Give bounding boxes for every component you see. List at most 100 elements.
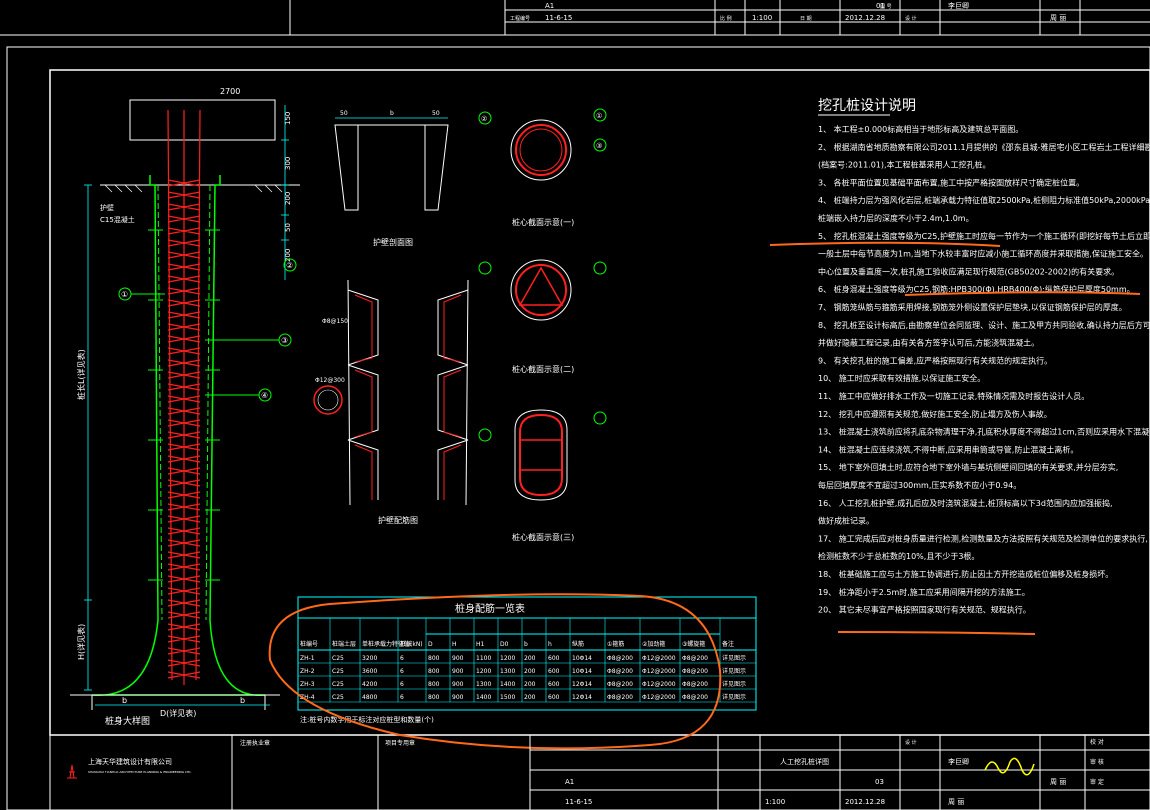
note-line: 13、 桩混凝土浇筑前应将孔底杂物清理干净,孔底积水厚度不得超过1cm,否则应采… — [818, 427, 1150, 437]
table-cell: Φ12@2000 — [642, 681, 676, 688]
pile-callout-texts: ① ③ ④ ② — [121, 261, 293, 400]
table-header-cell: 桩长 — [400, 640, 412, 648]
core-section-3 — [514, 409, 568, 501]
cad-drawing-canvas: A1 工程编号 11-6-15 比 例 1:100 日 期 2012.12.28… — [0, 0, 1150, 810]
note-line: 11、 施工中应做好排水工作及一切施工记录,特殊情况需及时报告设计人员。 — [818, 391, 1089, 401]
table-cell: 800 — [428, 668, 440, 675]
table-cell: 1500 — [500, 694, 515, 701]
top-drawn: 李巨卿 — [948, 1, 969, 10]
table-cell: 600 — [548, 681, 560, 688]
top-date-label: 日 期 — [800, 16, 812, 22]
table-cell: 12Φ14 — [572, 694, 592, 701]
wall-ring-label: Φ8@150 — [322, 318, 348, 325]
top-proj-no-label: 工程编号 — [510, 15, 530, 22]
cert-label: 注册执业章 — [240, 739, 270, 747]
wall-section-title: 护壁剖面图 — [373, 237, 413, 247]
table-cell: 1300 — [500, 668, 515, 675]
note-line: 桩端嵌入持力层的深度不小于2.4m,1.0m。 — [818, 213, 974, 223]
top-scale: 1:100 — [752, 14, 772, 22]
table-cell: 1300 — [476, 681, 491, 688]
drawing-title: 人工挖孔桩详图 — [780, 757, 829, 766]
table-cell: Φ12@2000 — [642, 655, 676, 662]
table-header-cell: 单桩承载力特征值(kN) — [362, 640, 423, 648]
table-header-cell: D0 — [500, 641, 509, 648]
bottom-proj-no: 11-6-15 — [565, 798, 592, 806]
core-callout-texts: ② ① ③ — [481, 112, 602, 150]
table-cell: 200 — [524, 694, 536, 701]
table-cell: C25 — [332, 681, 344, 688]
bottom-label-design: 设 计 — [905, 739, 917, 746]
note-line: 10、 施工时应采取有效措施,以保证施工安全。 — [818, 373, 985, 383]
note-line: 15、 地下室外回填土时,应符合地下室外墙与基坑侧壁间回填的有关要求,并分层夯实… — [818, 462, 1118, 472]
bottom-label-approve: 审 定 — [1090, 778, 1104, 786]
rebar-cage — [167, 109, 201, 685]
small-ring-inner — [317, 389, 339, 411]
wall-dim-mid: b — [390, 110, 394, 117]
pile-top-dim: 2700 — [220, 87, 240, 96]
note-line: 做好成桩记录。 — [818, 516, 874, 526]
note-line: 并做好隐蔽工程记录,由有关各方签字认可后,方能浇筑混凝土。 — [818, 338, 1039, 348]
table-header-cell: 桩编号 — [300, 640, 318, 648]
table-header-cell: 纵筋 — [572, 640, 584, 648]
table-cell: Φ8@200 — [682, 681, 708, 688]
table-header-cell: ③螺旋箍 — [682, 640, 705, 648]
table-cell: 详见图示 — [722, 654, 746, 662]
note-line: 14、 桩混凝土应连续浇筑,不得中断,应采用串筒或导管,防止混凝土离析。 — [818, 444, 1078, 454]
note-line: 一般土层中每节高度为1m,当地下水较丰富时应减小施工循环高度并采取措施,保证施工… — [818, 249, 1148, 259]
pile-elevation — [70, 99, 300, 710]
pile-dim-r4: 50 — [284, 223, 292, 232]
table-cell: 1100 — [476, 655, 491, 662]
pile-callout-4: ④ — [261, 391, 268, 400]
table-cell: Φ8@200 — [682, 694, 708, 701]
pile-callout-2: ② — [286, 261, 293, 270]
top-checker: 周 丽 — [1050, 14, 1066, 22]
top-sheet: 01 — [876, 2, 885, 10]
table-cell: ZH-2 — [300, 668, 315, 675]
note-line: 每层回填厚度不宜超过300mm,压实系数不应小于0.94。 — [818, 480, 1021, 490]
wall-rebar-red — [354, 294, 462, 500]
bottom-scale: 1:100 — [765, 798, 785, 806]
table-headers: 桩编号 桩端土层 单桩承载力特征值(kN)桩长 D H H1 D0 b h 纵筋 ①箍筋 ②加劲箍 ③螺… — [300, 640, 734, 648]
pile-dim-r5: 200 — [284, 249, 292, 262]
table-cell: 6 — [400, 655, 404, 662]
note-line: 3、 各桩平面位置见基础平面布置,施工中按严格按图放样尺寸确定桩位置。 — [818, 177, 1084, 187]
design-notes: 挖孔桩设计说明 1、 本工程±0.000标高相当于地形标高及建筑总平面图。 2、 … — [818, 97, 1150, 615]
table-cell: 200 — [524, 681, 536, 688]
table-cell: 900 — [452, 681, 464, 688]
bottom-designer: 李巨卿 — [948, 757, 969, 766]
table-cell: Φ8@200 — [607, 681, 633, 688]
core-section-3-title: 桩心截面示意(三) — [512, 532, 574, 542]
note-line: 7、 钢筋笼纵筋与箍筋采用焊接,钢筋笼外侧设置保护层垫块,以保证钢筋保护层的厚度… — [818, 302, 1127, 312]
notes-lines: 1、 本工程±0.000标高相当于地形标高及建筑总平面图。 2、 根据湖南省地质勘… — [818, 124, 1150, 615]
top-scale-label: 比 例 — [720, 15, 732, 22]
note-line: 19、 桩净距小于2.5m时,施工应采用间隔开挖的方法施工。 — [818, 587, 1030, 597]
pile-length-label: 桩长L(详见表) — [76, 349, 86, 400]
table-cell: Φ8@200 — [682, 668, 708, 675]
table-cell: 3200 — [362, 655, 377, 662]
pile-dim-r2: 300 — [284, 157, 292, 170]
pile-bulb-label: H(详见表) — [76, 624, 86, 660]
table-cell: ZH-1 — [300, 655, 315, 662]
table-cell: C25 — [332, 655, 344, 662]
table-cell: 600 — [548, 668, 560, 675]
table-cell: 4800 — [362, 694, 377, 701]
bottom-sheet: 03 — [875, 778, 884, 786]
table-rows: ZH-1 C25 3200 6 800 900 1100 1200 200 600 10Φ14 Φ8@… — [300, 654, 746, 701]
core-section-1 — [510, 119, 572, 181]
table-cell: 6 — [400, 694, 404, 701]
note-line: 检测桩数不少于总桩数的10%,且不少于3根。 — [818, 551, 979, 561]
top-drawn-label: 设 计 — [905, 15, 917, 22]
core-callouts — [478, 108, 607, 442]
bottom-label-review: 审 核 — [1090, 758, 1104, 766]
note-line: 1、 本工程±0.000标高相当于地形标高及建筑总平面图。 — [818, 124, 1023, 134]
table-cell: 600 — [548, 655, 560, 662]
wall-dim-right: 50 — [432, 110, 440, 117]
table-cell: 1400 — [500, 681, 515, 688]
top-proj-no: 11-6-15 — [545, 14, 572, 22]
table-header-cell: ①箍筋 — [607, 640, 624, 648]
table-cell: Φ8@200 — [682, 655, 708, 662]
table-cell: 800 — [428, 655, 440, 662]
bottom-approver: 周 丽 — [948, 798, 964, 806]
note-line: 4、 桩端持力层为强风化岩层,桩端承载力特征值取2500kPa,桩侧阻力标准值5… — [818, 195, 1150, 205]
table-cell: 1200 — [500, 655, 515, 662]
